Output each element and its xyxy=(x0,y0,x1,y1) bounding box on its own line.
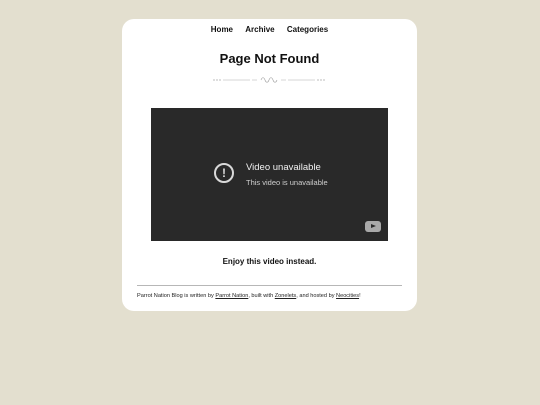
footer-text-part: , built with xyxy=(248,293,275,299)
content-card: Home Archive Categories Page Not Found !… xyxy=(122,19,417,311)
video-unavailable-title: Video unavailable xyxy=(246,162,321,173)
zonelets-link[interactable]: Zonelets xyxy=(275,293,296,299)
nav-archive-link[interactable]: Archive xyxy=(245,25,274,34)
footer-divider xyxy=(137,285,402,286)
footer-text-part: Parrot Nation Blog is written by xyxy=(137,293,216,299)
youtube-logo-icon[interactable] xyxy=(365,221,381,232)
footer-text-part: , and hosted by xyxy=(296,293,337,299)
video-caption: Enjoy this video instead. xyxy=(222,257,317,266)
footer-text-part: ! xyxy=(359,293,361,299)
main-nav: Home Archive Categories xyxy=(122,25,417,34)
alert-circle-icon: ! xyxy=(214,163,234,183)
nav-home-link[interactable]: Home xyxy=(211,25,233,34)
embedded-video-player[interactable]: ! Video unavailable This video is unavai… xyxy=(151,108,388,241)
page-title: Page Not Found xyxy=(219,51,320,66)
neocities-link[interactable]: Neocities xyxy=(336,293,359,299)
ornamental-divider xyxy=(213,77,325,83)
nav-categories-link[interactable]: Categories xyxy=(287,25,328,34)
footer-text: Parrot Nation Blog is written by Parrot … xyxy=(137,293,361,299)
video-unavailable-subtitle: This video is unavailable xyxy=(246,178,328,187)
author-link[interactable]: Parrot Nation xyxy=(215,293,248,299)
